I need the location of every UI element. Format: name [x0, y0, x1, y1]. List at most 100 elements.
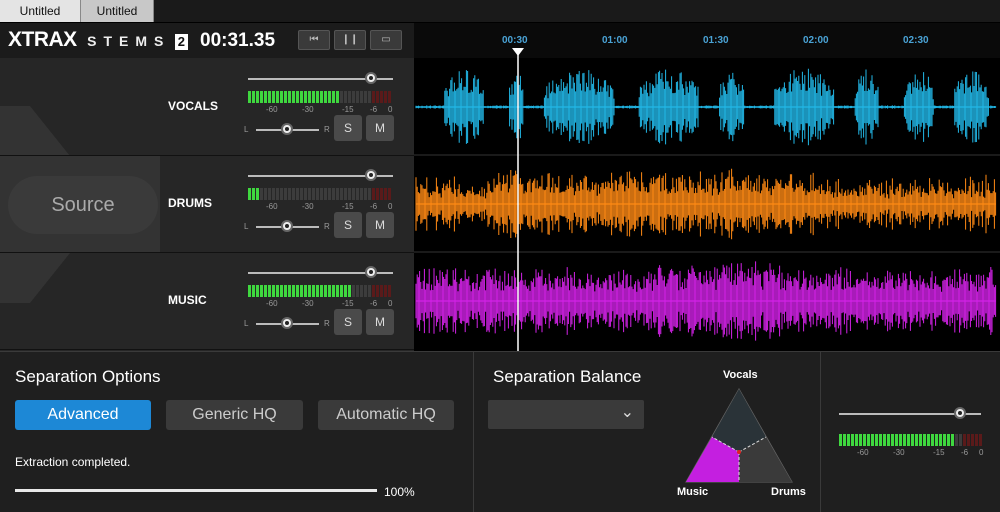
meter-segment	[364, 188, 367, 200]
meter-scale-label: -30	[302, 202, 314, 211]
meter-scale-label: -60	[857, 448, 869, 457]
meter-segment	[863, 434, 866, 446]
meter-segment	[320, 188, 323, 200]
meter-segment	[284, 285, 287, 297]
meter-segment	[955, 434, 958, 446]
meter-segment	[252, 91, 255, 103]
pan-knob[interactable]	[281, 123, 293, 135]
meter-segment	[256, 285, 259, 297]
meter-segment	[871, 434, 874, 446]
meter-scale-label: -6	[370, 105, 378, 114]
meter-segment	[280, 91, 283, 103]
meter-segment	[280, 285, 283, 297]
meter-segment	[348, 91, 351, 103]
app-logo: XTRAX STEMS 2	[8, 28, 188, 52]
meter-segment	[372, 285, 375, 297]
pause-button[interactable]: ❙❙	[334, 30, 366, 50]
meter-segment	[276, 285, 279, 297]
balance-label-drums: Drums	[771, 486, 806, 498]
meter-segment	[384, 285, 387, 297]
meter-segment	[340, 188, 343, 200]
mute-button[interactable]: M	[366, 115, 394, 141]
waveform-area[interactable]: 00:30 01:00 01:30 02:00 02:30	[414, 23, 1000, 351]
meter-segment	[364, 91, 367, 103]
skip-start-button[interactable]: ⏮	[298, 30, 330, 50]
meter-segment	[256, 188, 259, 200]
meter-segment	[360, 91, 363, 103]
meter-segment	[312, 285, 315, 297]
meter-segment	[891, 434, 894, 446]
meter-segment	[939, 434, 942, 446]
meter-segment	[284, 91, 287, 103]
pan-knob[interactable]	[281, 220, 293, 232]
track-row-vocals: VOCALS -60 -30 -15 -6 0 L R S M	[0, 58, 414, 156]
meter-segment	[336, 188, 339, 200]
meter-segment	[380, 188, 383, 200]
meter-segment	[963, 434, 966, 446]
pan-right-label: R	[324, 319, 330, 328]
meter-segment	[248, 188, 251, 200]
meter-segment	[260, 285, 263, 297]
meter-segment	[368, 91, 371, 103]
meter-scale-label: -15	[342, 105, 354, 114]
meter-scale-label: 0	[388, 105, 393, 114]
meter-segment	[256, 91, 259, 103]
meter-segment	[324, 91, 327, 103]
meter-segment	[875, 434, 878, 446]
meter-scale-label: 0	[388, 202, 393, 211]
meter-segment	[280, 188, 283, 200]
meter-segment	[268, 285, 271, 297]
meter-segment	[272, 91, 275, 103]
tab-untitled-2[interactable]: Untitled	[81, 0, 154, 22]
meter-segment	[300, 188, 303, 200]
meter-segment	[380, 285, 383, 297]
track-row-drums: DRUMS -60 -30 -15 -6 0 L R S M	[0, 155, 414, 253]
solo-button[interactable]: S	[334, 309, 362, 335]
progress-bar	[15, 489, 377, 492]
advanced-button[interactable]: Advanced	[15, 400, 151, 430]
skip-start-icon: ⏮	[309, 34, 319, 45]
mute-button[interactable]: M	[366, 212, 394, 238]
volume-knob[interactable]	[365, 169, 378, 181]
meter-segment	[324, 285, 327, 297]
meter-segment	[260, 91, 263, 103]
generic-hq-button[interactable]: Generic HQ	[166, 400, 303, 430]
meter-segment	[248, 285, 251, 297]
solo-button[interactable]: S	[334, 115, 362, 141]
meter-segment	[388, 188, 391, 200]
pan-right-label: R	[324, 222, 330, 231]
meter-segment	[292, 188, 295, 200]
meter-segment	[304, 91, 307, 103]
waveform-drums	[415, 168, 997, 240]
meter-segment	[344, 91, 347, 103]
meter-segment	[264, 91, 267, 103]
tab-bar: Untitled Untitled	[0, 0, 1000, 23]
solo-button[interactable]: S	[334, 212, 362, 238]
balance-triangle[interactable]	[684, 387, 814, 487]
volume-knob[interactable]	[365, 72, 378, 84]
playhead-marker-icon[interactable]	[512, 48, 524, 56]
pan-knob[interactable]	[281, 317, 293, 329]
meter-segment	[947, 434, 950, 446]
meter-segment	[328, 188, 331, 200]
automatic-hq-button[interactable]: Automatic HQ	[318, 400, 454, 430]
meter-segment	[252, 188, 255, 200]
master-volume-knob[interactable]	[953, 407, 966, 419]
meter-segment	[344, 285, 347, 297]
meter-segment	[324, 188, 327, 200]
tab-untitled-1[interactable]: Untitled	[0, 0, 81, 22]
meter-segment	[316, 188, 319, 200]
meter-segment	[320, 91, 323, 103]
meter-segment	[352, 91, 355, 103]
meter-segment	[372, 91, 375, 103]
waveform-vocals	[415, 68, 997, 146]
meter-segment	[264, 188, 267, 200]
meter-segment	[851, 434, 854, 446]
meter-segment	[867, 434, 870, 446]
mute-button[interactable]: M	[366, 309, 394, 335]
meter-segment	[300, 91, 303, 103]
balance-dropdown[interactable]: ⌄	[488, 400, 644, 429]
pan-left-label: L	[244, 222, 249, 231]
volume-knob[interactable]	[365, 266, 378, 278]
loop-button[interactable]: ▭	[370, 30, 402, 50]
